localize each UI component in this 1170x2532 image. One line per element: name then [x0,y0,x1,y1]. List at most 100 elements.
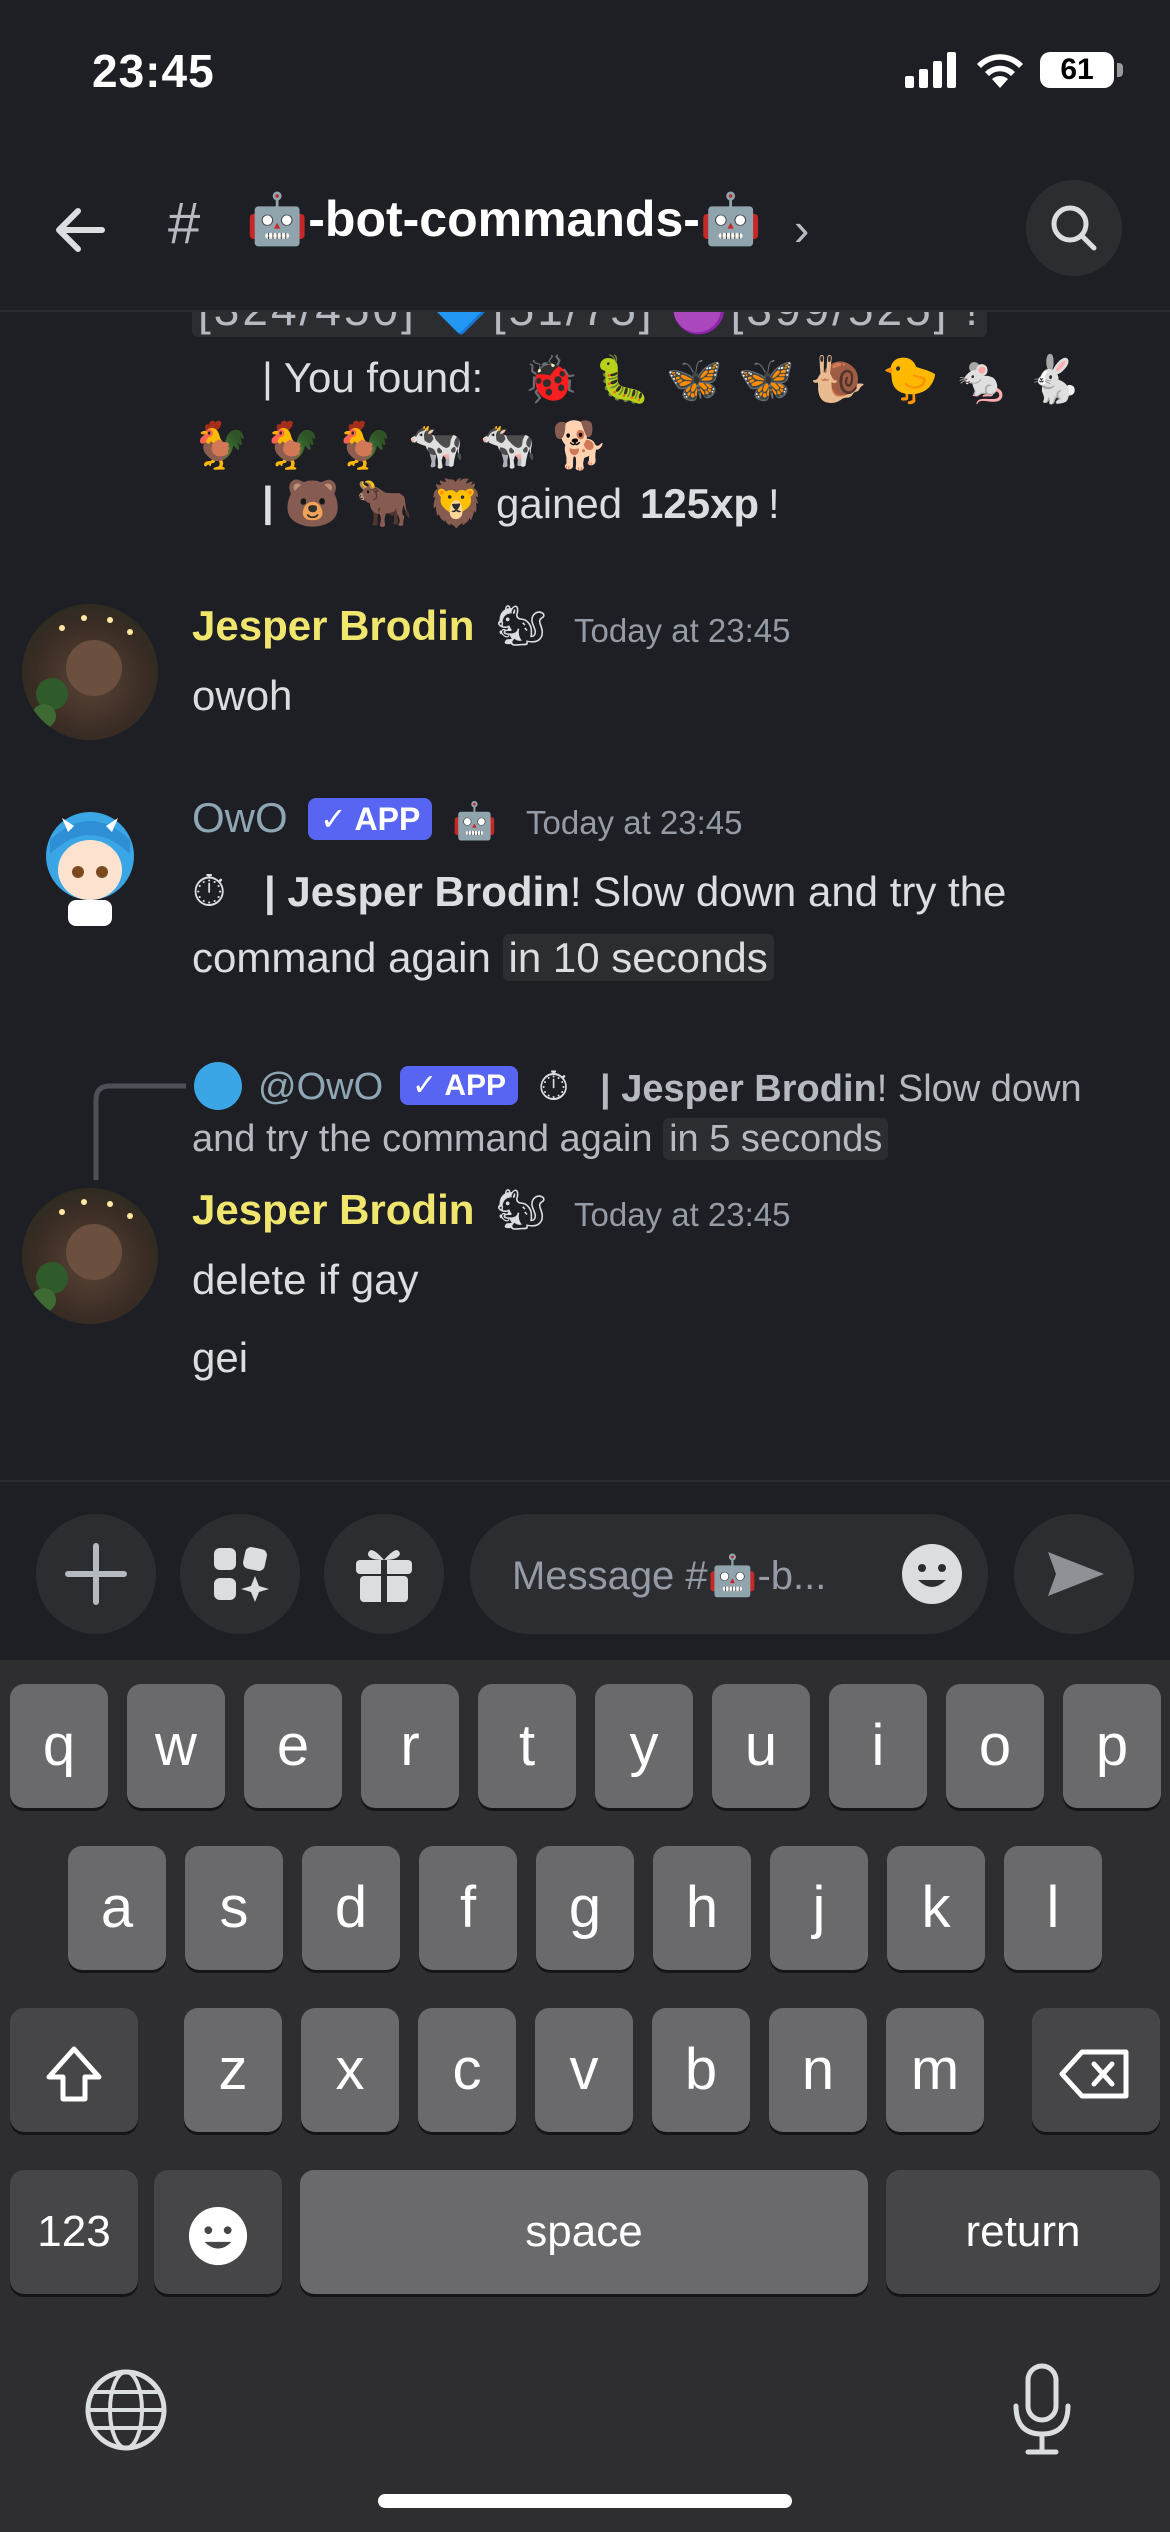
message-text: command again [192,934,503,981]
key-z[interactable]: z [184,2008,282,2132]
avatar-image [32,615,133,728]
key-y[interactable]: y [595,1684,693,1808]
apps-icon [214,1547,269,1602]
gained-label: gained [496,480,623,527]
return-key[interactable]: return [886,2170,1160,2294]
key-a[interactable]: a [68,1846,166,1970]
stopwatch-icon: ⏱ [192,866,227,917]
owo-avatar-image [46,812,134,926]
emoji-key[interactable] [154,2170,282,2294]
arrow-left-icon[interactable] [48,198,112,262]
key-r[interactable]: r [361,1684,459,1808]
globe-icon[interactable] [84,2368,168,2452]
add-button[interactable] [36,1514,156,1634]
author-badge-emoji: 🐿 [496,1187,547,1233]
bot-emoji: 🤖 [452,801,497,842]
shift-key[interactable] [10,2008,138,2132]
channel-name[interactable]: 🤖-bot-commands-🤖 [246,190,762,249]
search-icon [1051,205,1097,251]
gift-icon [356,1550,412,1604]
stopwatch-icon: ⏱ [538,1064,570,1110]
reply-author[interactable]: @OwO [258,1066,383,1109]
cooldown-code: in 10 seconds [502,934,774,981]
found-animals-row2: 🐓 🐓 🐓 🐄 🐄 🐕 [192,418,609,472]
app-badge: ✓ APP [308,798,433,840]
message-composer: Message #🤖-b... [0,1480,1170,1662]
key-k[interactable]: k [887,1846,985,1970]
message-author[interactable]: Jesper Brodin [192,602,474,650]
send-icon [1048,1552,1104,1596]
gained-animals: 🐻 🐂 🦁 [284,476,486,530]
key-m[interactable]: m [886,2008,984,2132]
avatar-image [32,1199,133,1312]
reply-avatar [194,1062,242,1110]
shift-icon [46,2046,102,2102]
avatar[interactable] [22,604,158,740]
key-n[interactable]: n [769,2008,867,2132]
key-h[interactable]: h [653,1846,751,1970]
key-o[interactable]: o [946,1684,1044,1808]
reply-preview-text[interactable]: | Jesper Brodin! Slow down [600,1068,1082,1111]
status-bar: 23:45 61 [0,0,1170,150]
found-label: | You found: [262,354,484,401]
key-g[interactable]: g [536,1846,634,1970]
emoji-icon [188,2206,248,2265]
message-list[interactable]: [324/450] 🔷[51/75] 🟣[399/525] ! | You fo… [0,312,1170,1480]
reply-connector [93,1083,186,1180]
backspace-key[interactable] [1032,2008,1160,2132]
status-time: 23:45 [92,45,215,97]
message-timestamp: Today at 23:45 [574,1196,791,1233]
home-indicator [378,2494,792,2508]
on-screen-keyboard: qwertyuiop asdfghjkl zxcvbnm 123 space r… [0,1660,1170,2532]
microphone-icon[interactable] [1010,2362,1074,2458]
search-button[interactable] [1026,180,1122,276]
message-input-placeholder: Message #🤖-b... [512,1554,827,1598]
plus-icon [65,1543,127,1605]
message-author[interactable]: Jesper Brodin [192,1186,474,1234]
bot-avatar[interactable] [22,796,158,932]
wifi-icon [977,54,1023,88]
key-x[interactable]: x [301,2008,399,2132]
key-i[interactable]: i [829,1684,927,1808]
key-q[interactable]: q [10,1684,108,1808]
chevron-right-icon[interactable]: › [794,202,809,256]
key-e[interactable]: e [244,1684,342,1808]
message-text: owoh [192,672,293,719]
key-b[interactable]: b [652,2008,750,2132]
xp-amount: 125xp [640,480,760,527]
avatar[interactable] [22,1188,158,1324]
backspace-icon [1059,2049,1129,2099]
key-s[interactable]: s [185,1846,283,1970]
message-timestamp: Today at 23:45 [526,804,743,841]
bot-author[interactable]: OwO [192,794,288,842]
emoji-icon[interactable] [900,1542,964,1606]
message-text: delete if gay [192,1256,419,1303]
key-d[interactable]: d [302,1846,400,1970]
send-button[interactable] [1014,1514,1134,1634]
message-text: gei [192,1334,249,1381]
message-timestamp: Today at 23:45 [574,612,791,649]
key-u[interactable]: u [712,1684,810,1808]
key-t[interactable]: t [478,1684,576,1808]
key-v[interactable]: v [535,2008,633,2132]
channel-hash-icon: # [168,191,201,256]
gift-button[interactable] [324,1514,444,1634]
key-f[interactable]: f [419,1846,517,1970]
found-animals-row1: 🐞 🐛 🦋 🦋 🐌 🐤 🐁 🐇 [522,352,1083,406]
key-p[interactable]: p [1063,1684,1161,1808]
key-l[interactable]: l [1004,1846,1102,1970]
apps-button[interactable] [180,1514,300,1634]
mention-bold-name: Jesper Brodin [287,868,570,915]
space-key[interactable]: space [300,2170,868,2294]
key-j[interactable]: j [770,1846,868,1970]
numbers-key[interactable]: 123 [10,2170,138,2294]
key-w[interactable]: w [127,1684,225,1808]
message-input[interactable]: Message #🤖-b... [470,1514,988,1634]
channel-header: # 🤖-bot-commands-🤖 › [0,150,1170,312]
hunt-stats-line: [324/450] 🔷[51/75] 🟣[399/525] ! [192,312,988,337]
author-badge-emoji: 🐿 [496,603,547,649]
battery-indicator: 61 [1040,52,1123,88]
app-badge: ✓ APP [400,1066,519,1105]
cellular-signal-icon [905,52,956,88]
key-c[interactable]: c [418,2008,516,2132]
